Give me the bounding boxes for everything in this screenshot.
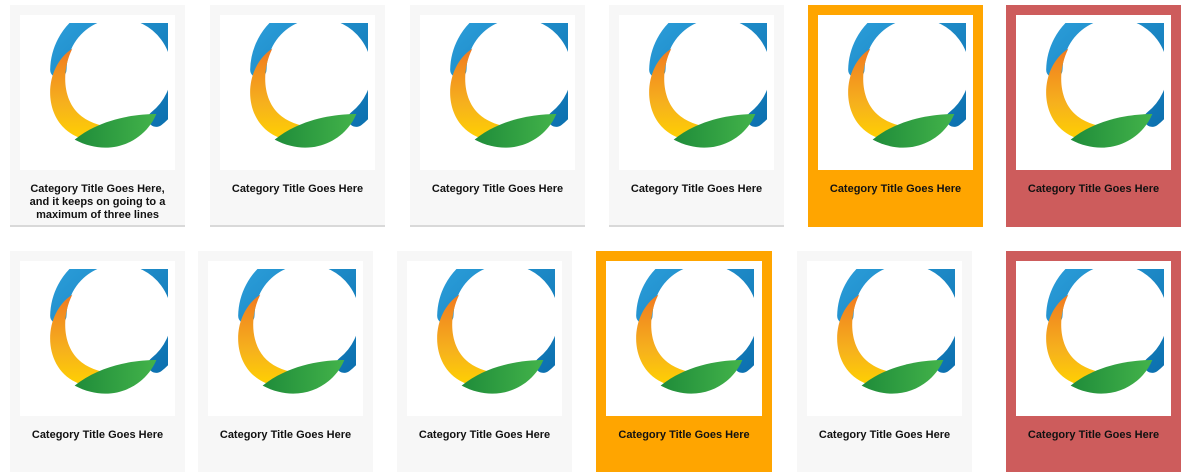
category-thumbnail: [1016, 15, 1171, 170]
category-title: Category Title Goes Here: [829, 183, 962, 195]
category-title: Category Title Goes Here: [818, 429, 951, 441]
category-title: Category Title Goes Here, and it keeps o…: [29, 183, 166, 221]
category-thumbnail: [1016, 261, 1171, 416]
category-title: Category Title Goes Here: [31, 429, 164, 441]
circular-swoosh-logo-icon: [1024, 23, 1164, 163]
category-thumbnail: [20, 15, 175, 170]
circular-swoosh-logo-icon: [216, 269, 356, 409]
circular-swoosh-logo-icon: [815, 269, 955, 409]
category-thumbnail: [208, 261, 363, 416]
category-thumbnail: [619, 15, 774, 170]
category-thumbnail: [407, 261, 562, 416]
category-thumbnail: [818, 15, 973, 170]
circular-swoosh-logo-icon: [428, 23, 568, 163]
category-title: Category Title Goes Here: [1027, 183, 1160, 195]
category-thumbnail: [420, 15, 575, 170]
category-card-hover[interactable]: Category Title Goes Here: [596, 251, 772, 472]
category-thumbnail: [606, 261, 762, 416]
category-thumbnail: [220, 15, 375, 170]
circular-swoosh-logo-icon: [228, 23, 368, 163]
category-card[interactable]: Category Title Goes Here: [210, 5, 385, 227]
category-title: Category Title Goes Here: [219, 429, 352, 441]
category-title: Category Title Goes Here: [618, 429, 750, 441]
circular-swoosh-logo-icon: [826, 23, 966, 163]
category-thumbnail: [20, 261, 175, 416]
category-title: Category Title Goes Here: [418, 429, 551, 441]
category-card[interactable]: Category Title Goes Here: [198, 251, 373, 472]
category-card[interactable]: Category Title Goes Here, and it keeps o…: [10, 5, 185, 227]
category-title: Category Title Goes Here: [431, 183, 564, 195]
category-card[interactable]: Category Title Goes Here: [10, 251, 185, 472]
category-card-hover[interactable]: Category Title Goes Here: [808, 5, 983, 227]
category-thumbnail: [807, 261, 962, 416]
category-title: Category Title Goes Here: [231, 183, 364, 195]
circular-swoosh-logo-icon: [28, 23, 168, 163]
category-card[interactable]: Category Title Goes Here: [609, 5, 784, 227]
category-card[interactable]: Category Title Goes Here: [397, 251, 572, 472]
circular-swoosh-logo-icon: [415, 269, 555, 409]
category-title: Category Title Goes Here: [630, 183, 763, 195]
category-card[interactable]: Category Title Goes Here: [797, 251, 972, 472]
circular-swoosh-logo-icon: [1024, 269, 1164, 409]
category-card-active[interactable]: Category Title Goes Here: [1006, 5, 1181, 227]
circular-swoosh-logo-icon: [614, 269, 754, 409]
category-card-active[interactable]: Category Title Goes Here: [1006, 251, 1181, 472]
category-card[interactable]: Category Title Goes Here: [410, 5, 585, 227]
circular-swoosh-logo-icon: [28, 269, 168, 409]
circular-swoosh-logo-icon: [627, 23, 767, 163]
category-title: Category Title Goes Here: [1027, 429, 1160, 441]
